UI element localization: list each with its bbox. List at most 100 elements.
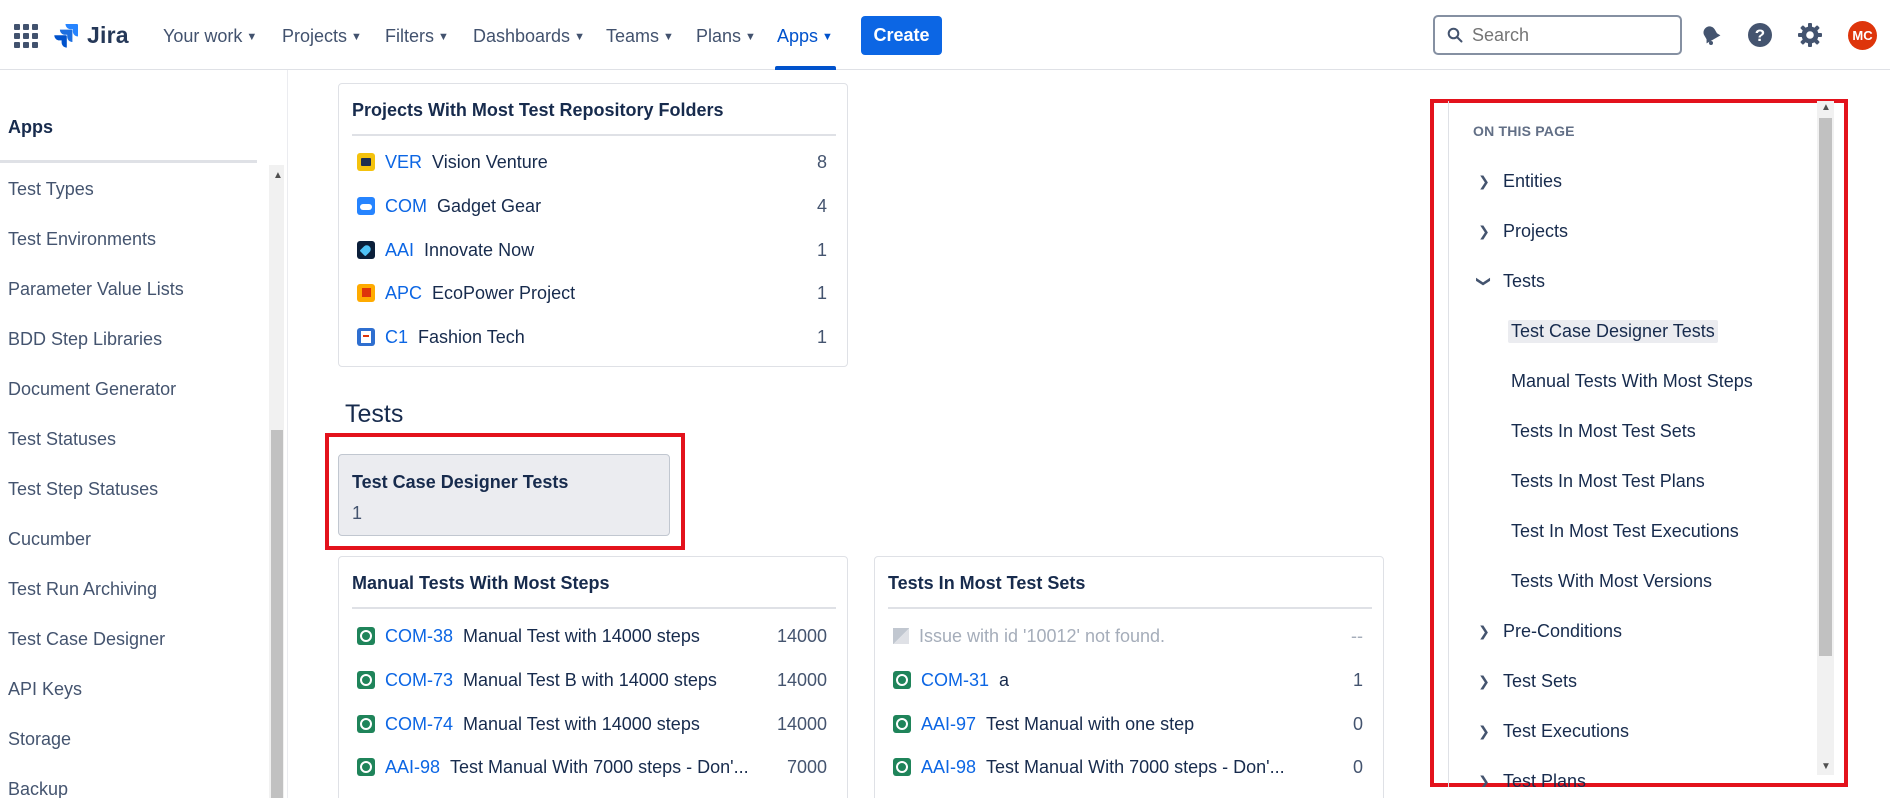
sidebar-item-document-generator[interactable]: Document Generator bbox=[8, 379, 176, 400]
sidebar-item-cucumber[interactable]: Cucumber bbox=[8, 529, 91, 550]
nav-dashboards[interactable]: Dashboards ▼ bbox=[473, 22, 585, 50]
sidebar-item-api-keys[interactable]: API Keys bbox=[8, 679, 82, 700]
toc-item-pre-conditions[interactable]: ❯ Pre-Conditions bbox=[1477, 621, 1622, 642]
sidebar-scrollbar-thumb[interactable] bbox=[271, 430, 283, 798]
active-nav-indicator bbox=[775, 66, 836, 70]
folder-count: 8 bbox=[816, 151, 827, 172]
test-issue-icon bbox=[893, 671, 911, 689]
nav-apps[interactable]: Apps ▼ bbox=[777, 22, 833, 50]
sidebar-item-parameter-value-lists[interactable]: Parameter Value Lists bbox=[8, 279, 184, 300]
apps-sidebar: Apps Test Types Test Environments Parame… bbox=[0, 70, 288, 798]
sidebar-divider bbox=[0, 160, 257, 163]
toc-subitem-test-case-designer-tests[interactable]: Test Case Designer Tests bbox=[1508, 320, 1718, 343]
sidebar-item-test-case-designer[interactable]: Test Case Designer bbox=[8, 629, 165, 650]
issue-key-link[interactable]: COM-31 bbox=[921, 670, 989, 691]
sidebar-item-test-types[interactable]: Test Types bbox=[8, 179, 94, 200]
issue-summary: Test Manual with one step bbox=[986, 713, 1195, 734]
issue-key-link[interactable]: COM-74 bbox=[385, 714, 453, 735]
nav-your-work[interactable]: Your work ▼ bbox=[163, 22, 257, 50]
toc-subitem-tests-most-test-plans[interactable]: Tests In Most Test Plans bbox=[1511, 471, 1705, 492]
project-key-link[interactable]: AAI bbox=[385, 240, 414, 261]
chevron-down-icon: ▼ bbox=[663, 31, 674, 43]
project-icon-rocket bbox=[357, 241, 375, 259]
jira-logo[interactable]: Jira bbox=[52, 18, 129, 52]
nav-label: Apps bbox=[777, 25, 819, 46]
nav-label: Projects bbox=[282, 25, 348, 46]
test-case-designer-tests-card[interactable]: Test Case Designer Tests 1 bbox=[338, 454, 670, 536]
issue-key-link[interactable]: COM-38 bbox=[385, 626, 453, 647]
on-this-page-title: ON THIS PAGE bbox=[1473, 123, 1575, 139]
toc-subitem-test-most-test-executions[interactable]: Test In Most Test Executions bbox=[1511, 521, 1739, 542]
create-button[interactable]: Create bbox=[861, 16, 942, 55]
project-key-link[interactable]: VER bbox=[385, 152, 422, 173]
scroll-up-arrow-icon[interactable]: ▲ bbox=[1821, 102, 1831, 113]
tests-in-most-test-sets-card: Tests In Most Test Sets Issue with id '1… bbox=[874, 556, 1384, 798]
table-row: AAI-98 Test Manual With 7000 steps - Don… bbox=[893, 755, 1363, 779]
table-row: COM-38 Manual Test with 14000 steps 1400… bbox=[357, 624, 827, 648]
on-this-page-scrollbar-thumb[interactable] bbox=[1819, 118, 1832, 656]
project-key-link[interactable]: APC bbox=[385, 283, 422, 304]
folder-count: 1 bbox=[816, 282, 827, 303]
chevron-down-icon: ❯ bbox=[1476, 275, 1493, 288]
nav-plans[interactable]: Plans ▼ bbox=[696, 22, 756, 50]
test-set-count: -- bbox=[1351, 625, 1363, 646]
toc-subitem-tests-most-versions[interactable]: Tests With Most Versions bbox=[1511, 571, 1712, 592]
sidebar-item-storage[interactable]: Storage bbox=[8, 729, 71, 750]
chevron-right-icon: ❯ bbox=[1478, 773, 1490, 787]
toc-item-test-executions[interactable]: ❯ Test Executions bbox=[1477, 721, 1629, 742]
notifications-icon[interactable] bbox=[1696, 20, 1726, 50]
sidebar-item-backup[interactable]: Backup bbox=[8, 779, 68, 798]
nav-teams[interactable]: Teams ▼ bbox=[606, 22, 674, 50]
scroll-up-arrow-icon[interactable]: ▲ bbox=[273, 170, 283, 181]
toc-subitem-tests-most-test-sets[interactable]: Tests In Most Test Sets bbox=[1511, 421, 1696, 442]
toc-item-tests[interactable]: ❯ Tests bbox=[1476, 271, 1546, 292]
issue-key-link[interactable]: AAI-98 bbox=[921, 757, 976, 778]
chevron-down-icon: ▼ bbox=[745, 31, 756, 43]
card-divider bbox=[352, 607, 836, 609]
app-switcher-icon[interactable] bbox=[14, 24, 38, 48]
nav-projects[interactable]: Projects ▼ bbox=[282, 22, 362, 50]
sidebar-item-test-statuses[interactable]: Test Statuses bbox=[8, 429, 116, 450]
issue-key-link[interactable]: AAI-97 bbox=[921, 714, 976, 735]
jira-logo-icon bbox=[54, 24, 78, 48]
toc-subitem-manual-tests-most-steps[interactable]: Manual Tests With Most Steps bbox=[1511, 371, 1753, 392]
settings-gear-icon[interactable] bbox=[1795, 20, 1825, 50]
sidebar-item-bdd-step-libraries[interactable]: BDD Step Libraries bbox=[8, 329, 162, 350]
nav-label: Dashboards bbox=[473, 25, 571, 46]
issue-key-link[interactable]: AAI-98 bbox=[385, 757, 440, 778]
search-icon bbox=[1447, 27, 1463, 43]
project-name: Innovate Now bbox=[424, 239, 535, 260]
issue-key-link[interactable]: COM-73 bbox=[385, 670, 453, 691]
folder-count: 1 bbox=[816, 239, 827, 260]
project-icon-yellow bbox=[357, 153, 375, 171]
issue-summary: Test Manual With 7000 steps - Don'... bbox=[986, 756, 1285, 777]
project-key-link[interactable]: C1 bbox=[385, 327, 408, 348]
chevron-right-icon: ❯ bbox=[1478, 173, 1490, 189]
card-divider bbox=[888, 607, 1372, 609]
user-avatar[interactable]: MC bbox=[1848, 21, 1877, 50]
toc-item-test-sets[interactable]: ❯ Test Sets bbox=[1477, 671, 1577, 692]
toc-label: Projects bbox=[1503, 221, 1569, 241]
step-count: 14000 bbox=[776, 625, 827, 646]
chevron-right-icon: ❯ bbox=[1478, 723, 1490, 739]
scroll-down-arrow-icon[interactable]: ▼ bbox=[1821, 761, 1831, 772]
folder-count: 1 bbox=[816, 326, 827, 347]
issue-summary: a bbox=[999, 669, 1010, 690]
chevron-down-icon: ▼ bbox=[438, 31, 449, 43]
chevron-right-icon: ❯ bbox=[1478, 223, 1490, 239]
toc-item-projects[interactable]: ❯ Projects bbox=[1477, 221, 1568, 242]
toc-item-test-plans[interactable]: ❯ Test Plans bbox=[1477, 771, 1586, 787]
project-key-link[interactable]: COM bbox=[385, 196, 427, 217]
toc-item-entities[interactable]: ❯ Entities bbox=[1477, 171, 1562, 192]
search-box[interactable] bbox=[1433, 15, 1682, 55]
sidebar-item-test-step-statuses[interactable]: Test Step Statuses bbox=[8, 479, 158, 500]
sidebar-item-test-environments[interactable]: Test Environments bbox=[8, 229, 156, 250]
help-icon[interactable]: ? bbox=[1745, 20, 1775, 50]
search-input[interactable] bbox=[1472, 24, 1652, 46]
list-item: C1 Fashion Tech 1 bbox=[357, 325, 827, 349]
nav-filters[interactable]: Filters ▼ bbox=[385, 22, 449, 50]
logo-text: Jira bbox=[87, 21, 129, 48]
nav-label: Your work bbox=[163, 25, 243, 46]
sidebar-item-test-run-archiving[interactable]: Test Run Archiving bbox=[8, 579, 157, 600]
step-count: 7000 bbox=[786, 756, 827, 777]
